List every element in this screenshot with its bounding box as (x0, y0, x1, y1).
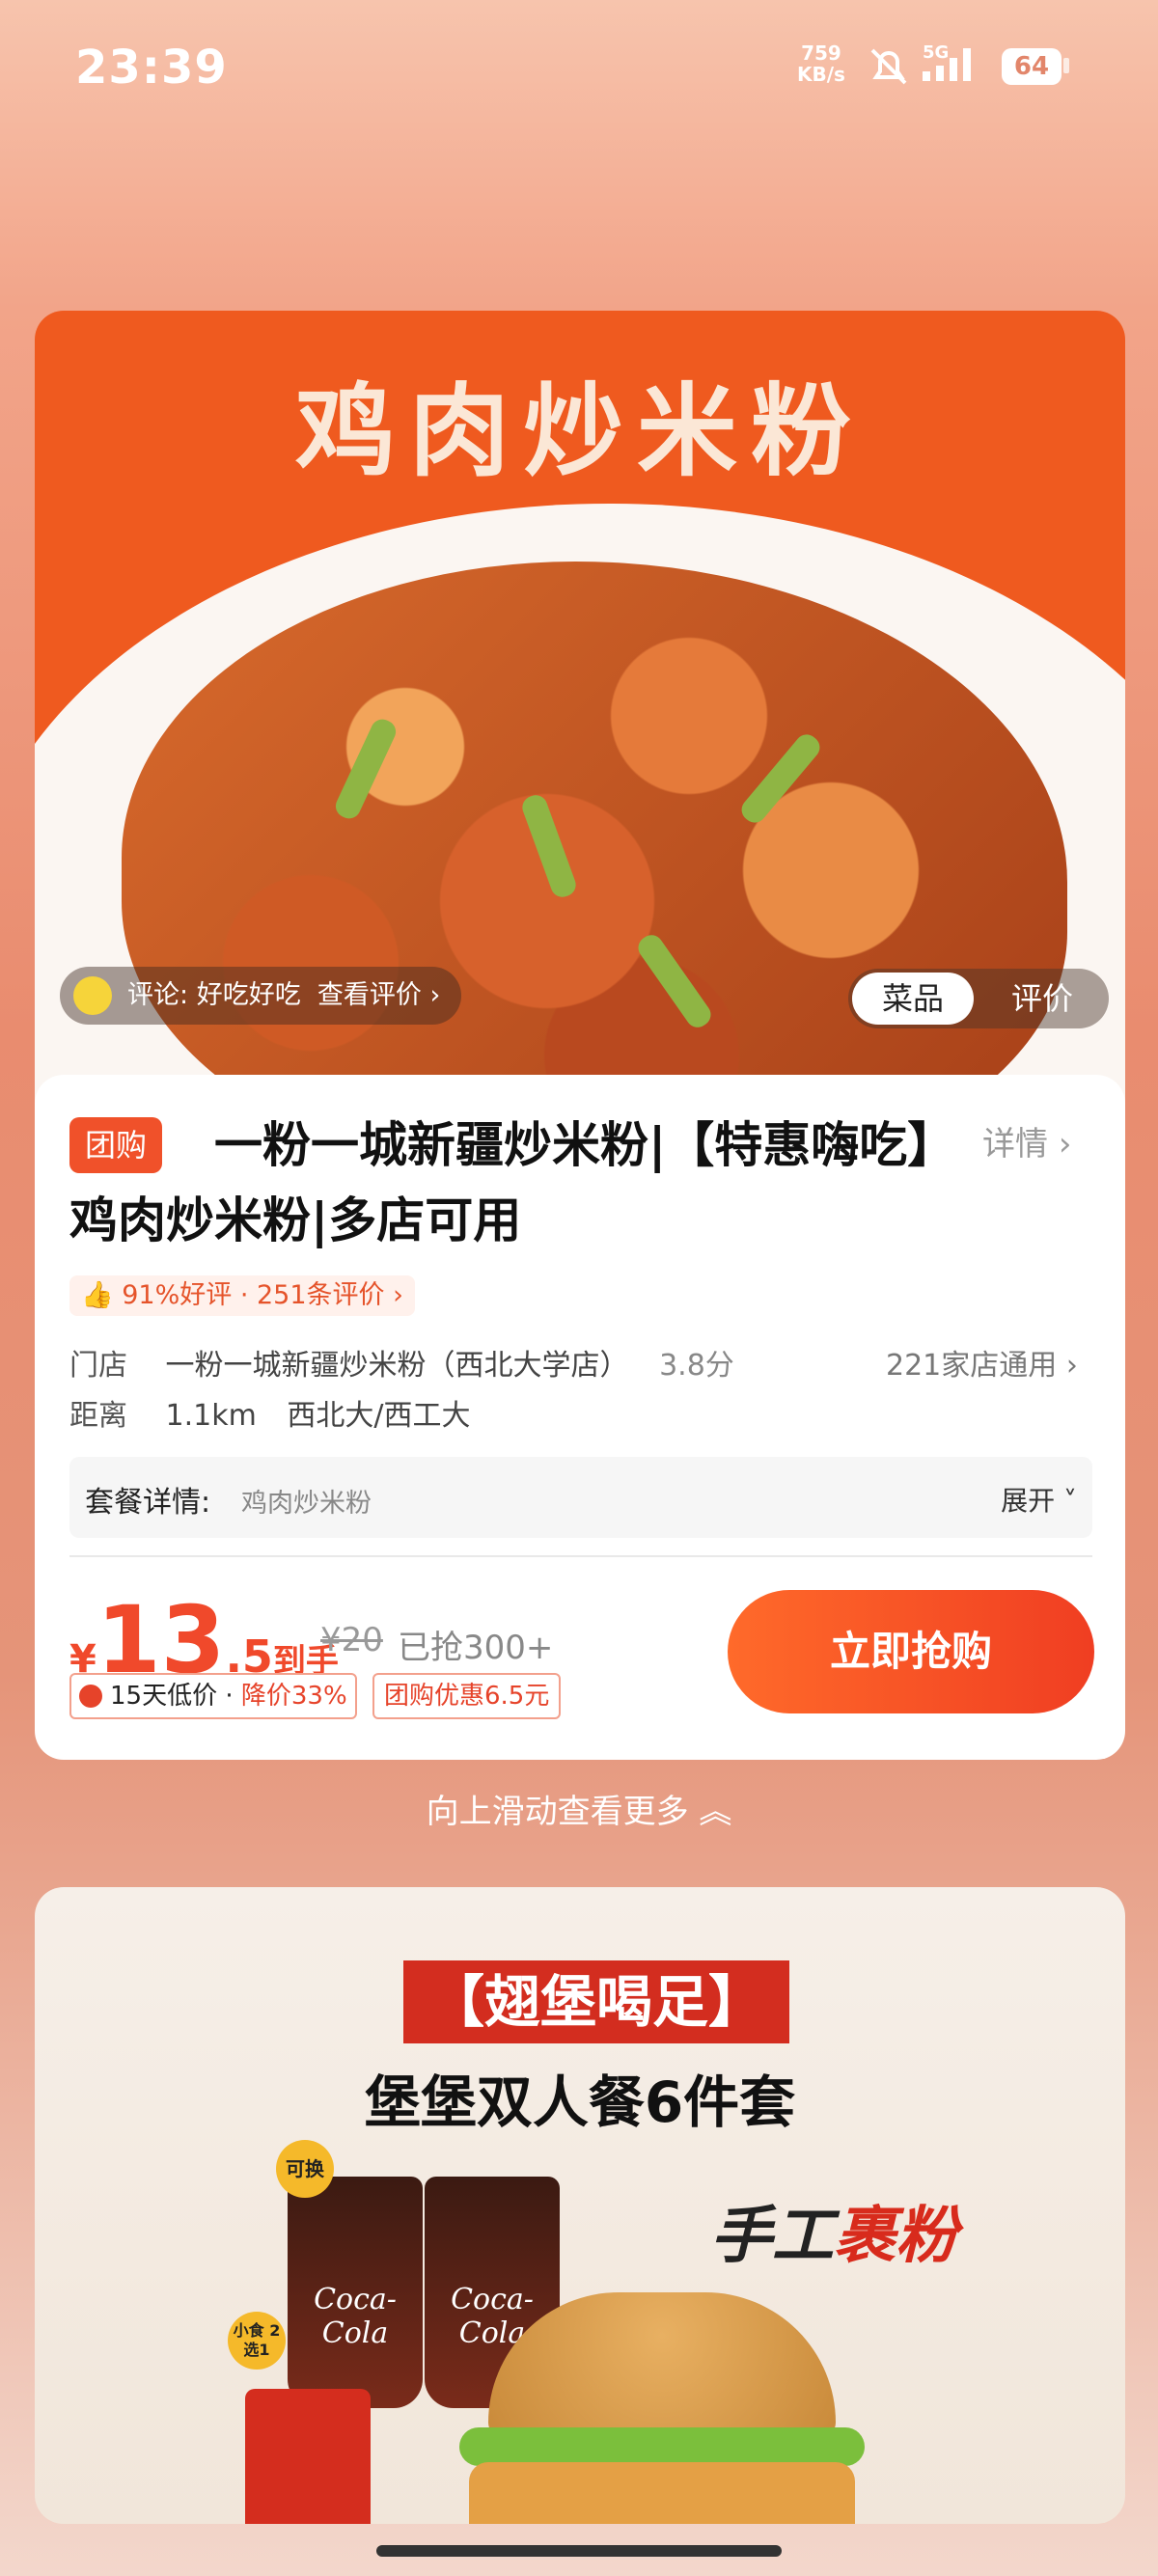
cola-cup: Coca-Cola (288, 2177, 423, 2408)
signal-icon: 5G (923, 42, 971, 81)
divider (69, 1555, 1092, 1557)
low-price-badge: 15天低价 · 降价33% (69, 1673, 357, 1719)
promo-headline: 【翅堡喝足】 (403, 1960, 790, 2043)
distance-value: 1.1km (165, 1399, 257, 1433)
stores-count-link[interactable]: 221家店通用 › (886, 1341, 1078, 1384)
chevron-right-icon: › (393, 1280, 403, 1310)
chevron-right-icon: › (1065, 1349, 1078, 1383)
details-label: 详情 (982, 1125, 1048, 1164)
package-details[interactable]: 套餐详情: 鸡肉炒米粉 展开 ˅ (69, 1457, 1092, 1538)
net-speed-value: 759 (801, 41, 841, 65)
home-indicator[interactable] (376, 2545, 782, 2557)
store-name: 一粉一城新疆炒米粉（西北大学店） (165, 1349, 629, 1383)
swipe-hint-text: 向上滑动查看更多 (426, 1793, 689, 1831)
group-buy-tag: 团购 (69, 1117, 163, 1173)
store-row[interactable]: 门店 一粉一城新疆炒米粉（西北大学店） 3.8分 (69, 1341, 734, 1384)
distance-label: 距离 (69, 1399, 127, 1433)
package-label: 套餐详情: (85, 1486, 211, 1520)
battery-tip (1063, 58, 1069, 73)
swap-tag: 可换 (276, 2140, 334, 2198)
low-price-text: 15天低价 (110, 1682, 218, 1711)
distance-row: 距离 1.1km 西北大/西工大 (69, 1391, 471, 1434)
chevron-up-icon: ︽ (699, 1793, 732, 1831)
promo-subtitle: 堡堡双人餐6件套 (364, 2069, 796, 2135)
area: 西北大/西工大 (287, 1399, 471, 1433)
cup-label: Coca-Cola (314, 2283, 397, 2350)
chevron-right-icon: › (1058, 1125, 1072, 1164)
group-discount-badge: 团购优惠6.5元 (372, 1673, 562, 1719)
banner-title: 鸡肉炒米粉 (294, 371, 865, 490)
stores-count: 221家店通用 (886, 1349, 1058, 1383)
package-value: 鸡肉炒米粉 (241, 1489, 372, 1519)
image-tabs: 菜品 评价 (848, 969, 1109, 1028)
handwriting-a: 手工 (710, 2200, 834, 2272)
details-link[interactable]: 详情 › (982, 1117, 1071, 1165)
review-text: 好吃好吃 (196, 980, 301, 1010)
low-price-icon (79, 1685, 102, 1708)
review-pill[interactable]: 评论: 好吃好吃 查看评价 › (60, 967, 462, 1025)
mute-icon (870, 48, 907, 85)
handwriting-text: 手工裹粉 (710, 2186, 957, 2275)
net-speed-unit: KB/s (797, 63, 845, 86)
handwriting-b: 裹粉 (834, 2200, 957, 2272)
expand-toggle[interactable]: 展开 ˅ (1001, 1480, 1077, 1519)
reviewer-avatar (73, 976, 112, 1015)
dish-image[interactable]: 鸡肉炒米粉 评论: 好吃好吃 查看评价 › 菜品 评价 (35, 311, 1125, 1140)
burger-patty (469, 2462, 855, 2524)
rating-badge[interactable]: 👍 91%好评 · 251条评价 › (69, 1275, 415, 1316)
store-score: 3.8分 (659, 1349, 734, 1383)
status-time: 23:39 (75, 41, 228, 95)
buy-now-button[interactable]: 立即抢购 (728, 1590, 1094, 1713)
chevron-right-icon: › (429, 980, 441, 1010)
tab-reviews[interactable]: 评价 (981, 973, 1103, 1025)
review-link[interactable]: 查看评价 (317, 980, 422, 1010)
original-price: ¥20 (320, 1621, 383, 1659)
deal-card: 一粉一城新疆炒米粉|【特惠嗨吃】鸡肉炒米粉|多店可用 团购 详情 › 👍 91%… (35, 1075, 1125, 1760)
review-prefix: 评论: (127, 980, 189, 1010)
snack-tag: 小食 2选1 (228, 2312, 286, 2370)
network-label: 5G (923, 42, 949, 63)
thumbs-up-icon: 👍 (81, 1280, 114, 1310)
swipe-hint[interactable]: 向上滑动查看更多 ︽ (0, 1785, 1158, 1832)
store-label: 门店 (69, 1349, 127, 1383)
deal-title: 一粉一城新疆炒米粉|【特惠嗨吃】鸡肉炒米粉|多店可用 (69, 1117, 956, 1248)
burger-lettuce (459, 2427, 865, 2466)
sold-count: 已抢300+ (398, 1629, 554, 1667)
discount-text: 降价33% (240, 1682, 347, 1711)
fries (245, 2389, 371, 2524)
battery-icon: 64 (1002, 48, 1062, 85)
promo-card[interactable]: 【翅堡喝足】 堡堡双人餐6件套 Coca-Cola Coca-Cola 可换 小… (35, 1887, 1125, 2524)
status-bar: 23:39 759 KB/s 5G 64 (0, 0, 1158, 145)
net-speed: 759 KB/s (797, 42, 845, 85)
rating-text: 91%好评 · 251条评价 (122, 1280, 385, 1310)
expand-label: 展开 (1001, 1485, 1056, 1517)
tab-dishes[interactable]: 菜品 (852, 973, 974, 1025)
chevron-down-icon: ˅ (1063, 1485, 1077, 1517)
